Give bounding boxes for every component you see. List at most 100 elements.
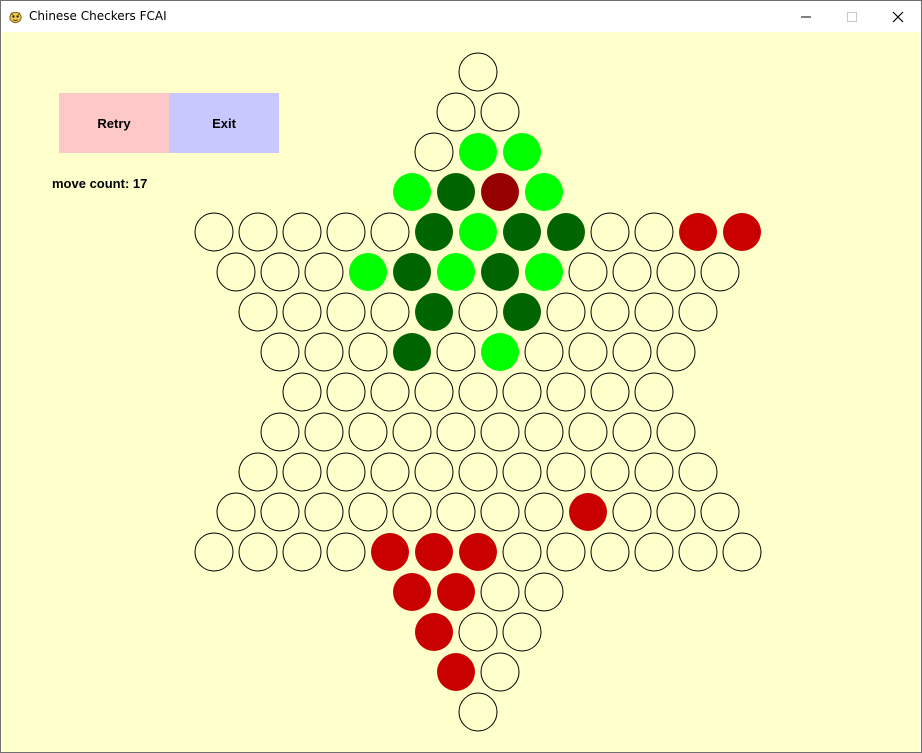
board-hole[interactable] <box>458 612 498 652</box>
board-hole[interactable] <box>436 412 476 452</box>
board-hole[interactable] <box>634 532 674 572</box>
board-hole[interactable] <box>524 572 564 612</box>
board-hole[interactable] <box>678 292 718 332</box>
board-hole[interactable] <box>282 372 322 412</box>
board-hole[interactable] <box>634 372 674 412</box>
piece-red[interactable] <box>437 573 475 611</box>
board-hole[interactable] <box>524 412 564 452</box>
board-hole[interactable] <box>238 452 278 492</box>
board-hole[interactable] <box>194 532 234 572</box>
board-hole[interactable] <box>238 212 278 252</box>
piece-dark-green[interactable] <box>437 173 475 211</box>
board-hole[interactable] <box>678 452 718 492</box>
piece-light-green[interactable] <box>349 253 387 291</box>
piece-dark-green[interactable] <box>547 213 585 251</box>
board-hole[interactable] <box>260 492 300 532</box>
piece-red[interactable] <box>569 493 607 531</box>
board-hole[interactable] <box>392 412 432 452</box>
board-hole[interactable] <box>304 332 344 372</box>
board-hole[interactable] <box>348 492 388 532</box>
board-hole[interactable] <box>502 532 542 572</box>
board-hole[interactable] <box>612 252 652 292</box>
board-hole[interactable] <box>480 92 520 132</box>
piece-red[interactable] <box>393 573 431 611</box>
board-hole[interactable] <box>546 452 586 492</box>
piece-red[interactable] <box>437 653 475 691</box>
board-hole[interactable] <box>370 452 410 492</box>
board-hole[interactable] <box>458 692 498 732</box>
board-hole[interactable] <box>216 252 256 292</box>
piece-dark-green[interactable] <box>393 253 431 291</box>
piece-dark-green[interactable] <box>481 253 519 291</box>
piece-red[interactable] <box>371 533 409 571</box>
board-hole[interactable] <box>370 292 410 332</box>
board-hole[interactable] <box>612 332 652 372</box>
board-hole[interactable] <box>480 412 520 452</box>
board-hole[interactable] <box>414 452 454 492</box>
piece-light-green[interactable] <box>503 133 541 171</box>
board-hole[interactable] <box>260 332 300 372</box>
board-hole[interactable] <box>656 332 696 372</box>
board-hole[interactable] <box>370 372 410 412</box>
piece-red[interactable] <box>679 213 717 251</box>
board-hole[interactable] <box>524 332 564 372</box>
board-hole[interactable] <box>568 412 608 452</box>
piece-red[interactable] <box>723 213 761 251</box>
board-hole[interactable] <box>612 492 652 532</box>
board-hole[interactable] <box>282 292 322 332</box>
board-hole[interactable] <box>502 452 542 492</box>
piece-light-green[interactable] <box>459 213 497 251</box>
board-hole[interactable] <box>238 292 278 332</box>
board-hole[interactable] <box>656 252 696 292</box>
board-hole[interactable] <box>458 292 498 332</box>
board-hole[interactable] <box>326 372 366 412</box>
board-hole[interactable] <box>392 492 432 532</box>
board-hole[interactable] <box>634 292 674 332</box>
board-hole[interactable] <box>348 332 388 372</box>
piece-light-green[interactable] <box>393 173 431 211</box>
piece-dark-green[interactable] <box>415 293 453 331</box>
board-hole[interactable] <box>304 492 344 532</box>
board-hole[interactable] <box>546 292 586 332</box>
piece-dark-green[interactable] <box>503 213 541 251</box>
board-hole[interactable] <box>304 252 344 292</box>
board-hole[interactable] <box>524 492 564 532</box>
piece-dark-green[interactable] <box>503 293 541 331</box>
board-hole[interactable] <box>546 372 586 412</box>
piece-light-green[interactable] <box>459 133 497 171</box>
board-hole[interactable] <box>326 292 366 332</box>
board-hole[interactable] <box>678 532 718 572</box>
board-hole[interactable] <box>436 92 476 132</box>
piece-light-green[interactable] <box>437 253 475 291</box>
piece-red[interactable] <box>415 613 453 651</box>
board-hole[interactable] <box>634 452 674 492</box>
board-hole[interactable] <box>260 252 300 292</box>
piece-red[interactable] <box>459 533 497 571</box>
board-hole[interactable] <box>590 292 630 332</box>
board-hole[interactable] <box>216 492 256 532</box>
board-hole[interactable] <box>480 492 520 532</box>
board-hole[interactable] <box>458 372 498 412</box>
board-hole[interactable] <box>700 492 740 532</box>
board-hole[interactable] <box>656 492 696 532</box>
board-hole[interactable] <box>590 452 630 492</box>
board-hole[interactable] <box>260 412 300 452</box>
board-hole[interactable] <box>414 372 454 412</box>
piece-dark-green[interactable] <box>415 213 453 251</box>
board-hole[interactable] <box>326 532 366 572</box>
board-hole[interactable] <box>700 252 740 292</box>
board-hole[interactable] <box>348 412 388 452</box>
minimize-button[interactable] <box>783 1 829 32</box>
board-hole[interactable] <box>414 132 454 172</box>
board-hole[interactable] <box>590 212 630 252</box>
piece-selected-red[interactable] <box>481 173 519 211</box>
board-hole[interactable] <box>370 212 410 252</box>
board-hole[interactable] <box>480 572 520 612</box>
board-hole[interactable] <box>546 532 586 572</box>
board-hole[interactable] <box>436 332 476 372</box>
board-hole[interactable] <box>590 372 630 412</box>
piece-red[interactable] <box>415 533 453 571</box>
board-hole[interactable] <box>634 212 674 252</box>
piece-light-green[interactable] <box>525 253 563 291</box>
board-hole[interactable] <box>656 412 696 452</box>
